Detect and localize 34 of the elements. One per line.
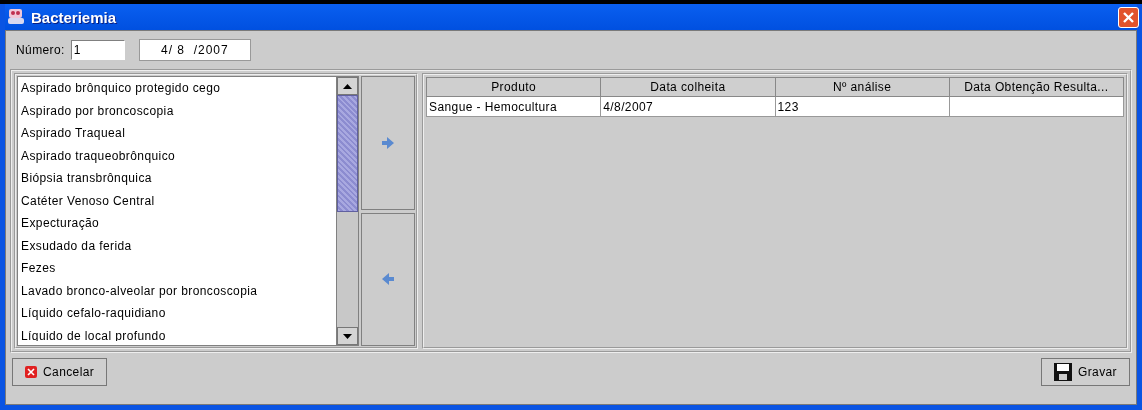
column-header[interactable]: Nº análise: [775, 77, 950, 97]
app-icon: [7, 8, 25, 26]
numero-field[interactable]: 1: [70, 40, 125, 60]
up-arrow-icon: [343, 83, 352, 89]
right-arrow-icon: [382, 136, 394, 149]
column-header[interactable]: Data colheita: [600, 77, 775, 97]
list-item[interactable]: Fezes: [18, 257, 336, 280]
list-item[interactable]: Biópsia transbrônquica: [18, 167, 336, 190]
list-item[interactable]: Lavado bronco-alveolar por broncoscopia: [18, 279, 336, 302]
table-cell: Sangue - Hemocultura: [426, 96, 601, 117]
left-arrow-icon: [382, 273, 394, 286]
list-item[interactable]: Aspirado brônquico protegido cego: [18, 77, 336, 100]
list-item[interactable]: Expecturação: [18, 212, 336, 235]
close-icon: [1122, 10, 1135, 24]
scrollbar[interactable]: [336, 77, 358, 345]
list-item[interactable]: Aspirado Traqueal: [18, 122, 336, 145]
close-icon: [25, 366, 37, 378]
date-field[interactable]: 4/ 8 /2007: [138, 39, 251, 61]
scroll-down-button[interactable]: [337, 327, 358, 345]
close-button[interactable]: [1118, 6, 1139, 28]
list-item[interactable]: Catéter Venoso Central: [18, 189, 336, 212]
down-arrow-icon: [343, 333, 352, 339]
window-title: Bacteriemia: [31, 8, 118, 26]
column-header[interactable]: Data Obtenção Resulta...: [949, 77, 1124, 97]
list-item[interactable]: Líquido cefalo-raquidiano: [18, 302, 336, 325]
scroll-up-button[interactable]: [337, 77, 358, 95]
column-header[interactable]: Produto: [426, 77, 601, 97]
list-item[interactable]: Aspirado por broncoscopia: [18, 99, 336, 122]
list-item[interactable]: Exsudado da ferida: [18, 234, 336, 257]
list-item[interactable]: Aspirado traqueobrônquico: [18, 144, 336, 167]
numero-label: Número:: [16, 43, 65, 57]
scroll-thumb[interactable]: [337, 95, 358, 212]
save-button[interactable]: Gravar: [1040, 358, 1130, 386]
cancel-button[interactable]: Cancelar: [12, 358, 108, 386]
